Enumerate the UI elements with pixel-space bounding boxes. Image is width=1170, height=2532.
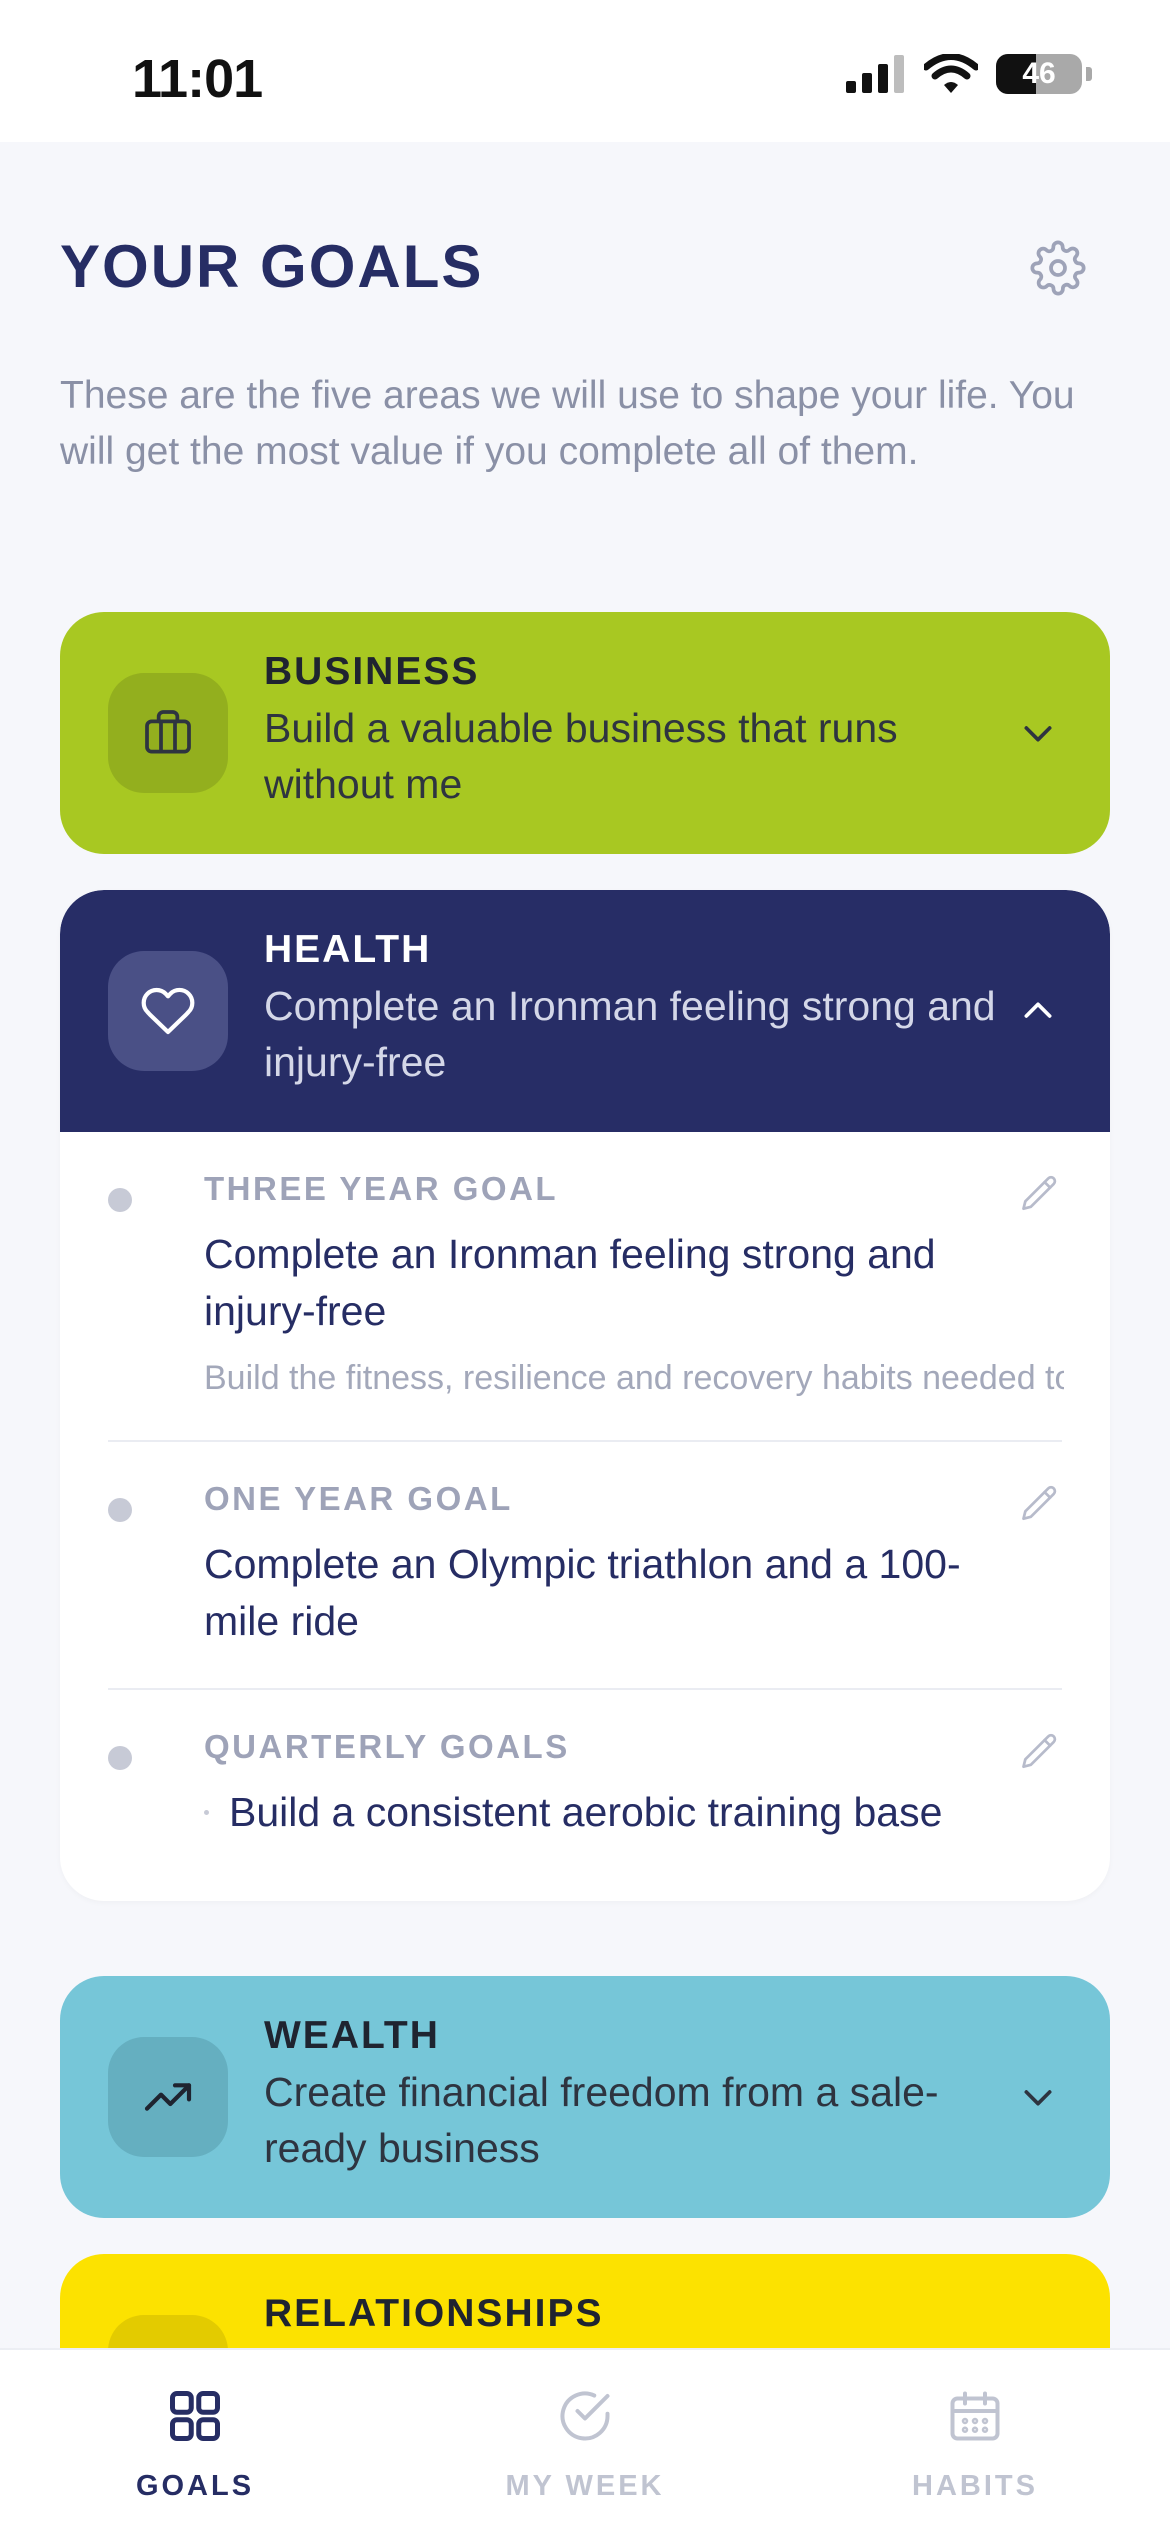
goal-text: Complete an Olympic triathlon and a 100-… [204, 1541, 961, 1644]
area-description: Complete an Ironman feeling strong and i… [264, 983, 996, 1085]
goal-quarterly[interactable]: QUARTERLY GOALS Build a consistent aerob… [108, 1690, 1062, 1901]
goal-detail-text: Build the fitness, resilience and recove… [204, 1359, 1064, 1397]
goal-label: QUARTERLY GOALS [204, 1728, 570, 1765]
goal-three-year[interactable]: THREE YEAR GOAL Complete an Ironman feel… [108, 1132, 1064, 1442]
area-label: BUSINESS [264, 650, 480, 693]
area-label: HEALTH [264, 928, 432, 971]
area-label: WEALTH [264, 2014, 440, 2057]
trending-up-icon [108, 2037, 228, 2157]
pencil-icon[interactable] [1018, 1172, 1062, 1216]
tab-bar: GOALS MY WEEK HABITS [0, 2348, 1170, 2532]
tab-my-week[interactable]: MY WEEK [390, 2350, 780, 2532]
chevron-down-icon[interactable] [1018, 2077, 1058, 2117]
goal-status-dot [108, 1188, 132, 1212]
grid-icon [170, 2391, 220, 2441]
status-bar: 11:01 46 [0, 0, 1170, 142]
area-card-health[interactable]: HEALTH Complete an Ironman feeling stron… [60, 890, 1110, 1901]
area-description: Create financial freedom from a sale-rea… [264, 2069, 939, 2171]
chevron-up-icon[interactable] [1018, 991, 1058, 1031]
intro-text: These are the five areas we will use to … [60, 374, 1075, 473]
area-label: RELATIONSHIPS [264, 2292, 604, 2335]
goal-status-dot [108, 1746, 132, 1770]
battery-icon: 46 [996, 54, 1082, 94]
goal-detail: Build the fitness, resilience and recove… [204, 1354, 1064, 1402]
tab-habits[interactable]: HABITS [780, 2350, 1170, 2532]
area-description: Build a valuable business that runs with… [264, 705, 898, 807]
check-circle-icon [560, 2391, 610, 2441]
gear-icon[interactable] [1030, 240, 1086, 296]
tab-label: HABITS [912, 2470, 1038, 2502]
pencil-icon[interactable] [1018, 1730, 1062, 1774]
goal-label: ONE YEAR GOAL [204, 1480, 513, 1517]
tab-goals[interactable]: GOALS [0, 2350, 390, 2532]
chevron-down-icon[interactable] [1018, 713, 1058, 753]
wifi-icon [924, 54, 978, 93]
area-card-business[interactable]: BUSINESS Build a valuable business that … [60, 612, 1110, 854]
tab-label: GOALS [135, 2470, 255, 2502]
signal-icon [846, 55, 904, 93]
pencil-icon[interactable] [1018, 1482, 1062, 1526]
briefcase-icon [108, 673, 228, 793]
area-header-health[interactable]: HEALTH Complete an Ironman feeling stron… [60, 890, 1110, 1132]
bullet-dot [204, 1810, 209, 1815]
tab-label: MY WEEK [505, 2470, 665, 2502]
goal-label: THREE YEAR GOAL [204, 1170, 559, 1207]
goal-status-dot [108, 1498, 132, 1522]
status-icons: 46 [846, 54, 1092, 94]
area-header-business[interactable]: BUSINESS Build a valuable business that … [60, 612, 1110, 854]
quarterly-goal-item: Build a consistent aerobic training base [204, 1784, 1062, 1841]
status-time: 11:01 [132, 49, 263, 109]
area-card-wealth[interactable]: WEALTH Create financial freedom from a s… [60, 1976, 1110, 2218]
battery-level: 46 [1022, 57, 1056, 90]
goal-text: Complete an Ironman feeling strong and i… [204, 1231, 936, 1334]
goal-one-year[interactable]: ONE YEAR GOAL Complete an Olympic triath… [108, 1442, 1062, 1690]
quarterly-goal-text: Build a consistent aerobic training base [229, 1789, 943, 1835]
calendar-icon [950, 2391, 1000, 2441]
heart-icon [108, 951, 228, 1071]
page-title: YOUR GOALS [60, 233, 484, 300]
area-header-wealth[interactable]: WEALTH Create financial freedom from a s… [60, 1976, 1110, 2218]
